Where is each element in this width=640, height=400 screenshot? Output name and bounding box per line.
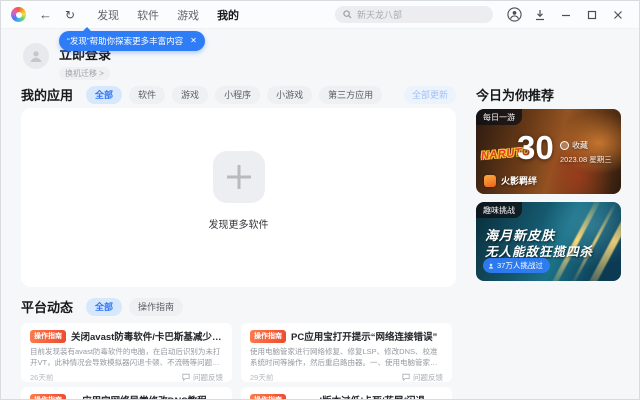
my-apps-title: 我的应用 xyxy=(21,88,74,103)
discover-tooltip: “发现”帮助你探索更多丰富内容 ✕ xyxy=(59,27,205,51)
feed-tab-guide[interactable]: 操作指南 xyxy=(129,297,184,316)
daily-date: 2023.08 星期三 xyxy=(560,155,612,164)
my-apps-tab-games[interactable]: 游戏 xyxy=(172,85,209,104)
post-feedback-label: 问题反馈 xyxy=(413,372,443,382)
challenge-stat-pill[interactable]: 37万人挑战过 xyxy=(483,258,550,273)
feed-tab-all[interactable]: 全部 xyxy=(86,297,123,316)
challenge-stat-text: 37万人挑战过 xyxy=(497,261,543,270)
post-tag: 操作指南 xyxy=(30,393,66,399)
app-window: ← ↻ 发现 软件 游戏 我的 新天龙八部 “发现”帮助你探索更多丰富内容 ✕ xyxy=(0,0,640,400)
update-all-button[interactable]: 全部更新 xyxy=(403,85,456,104)
search-icon xyxy=(343,10,352,19)
my-apps-card: 发现更多软件 xyxy=(21,108,456,287)
challenge-card[interactable]: 趣味挑战 海月新皮肤 无人能敌狂揽四杀 37万人挑战过 xyxy=(476,202,621,281)
person-icon xyxy=(30,51,42,62)
close-icon[interactable] xyxy=(607,5,629,25)
feed-post[interactable]: 操作指南 opengl版本过低/卡死/花屏/闪退，升级显卡驱动… xyxy=(241,387,452,399)
feed-post[interactable]: 操作指南 关闭avast防毒软件/卡巴斯基减少卡顿现象 目前发现装有avast防… xyxy=(21,323,232,382)
feed-title: 平台动态 xyxy=(21,300,74,315)
post-feedback-link[interactable]: 问题反馈 xyxy=(402,372,443,383)
recommend-title: 今日为你推荐 xyxy=(476,88,555,103)
daily-game-name: 火影羁绊 xyxy=(501,176,538,186)
daily-game-card[interactable]: 每日一游 NARUTO 30 收藏 2023.08 星期三 火影羁绊 xyxy=(476,109,621,194)
favorite-icon xyxy=(560,141,569,150)
app-logo-icon[interactable] xyxy=(11,7,26,22)
post-title: PC应用宝打开提示“网络连接错误” xyxy=(291,332,438,343)
daily-game-badge: 每日一游 xyxy=(476,109,522,125)
challenge-badge: 趣味挑战 xyxy=(476,202,522,218)
avatar[interactable] xyxy=(23,43,49,69)
back-icon[interactable]: ← xyxy=(39,8,52,21)
feed-post[interactable]: 操作指南 PC应用宝打开提示“网络连接错误” 使用电脑管家进行网络修复、修复LS… xyxy=(241,323,452,382)
feed-post[interactable]: 操作指南 pc应用宝网络异常修改DNS教程 xyxy=(21,387,232,399)
post-body: 目前发现装有avast防毒软件的电脑，在启动后识别为未打开VT，此种情况会导致模… xyxy=(30,347,221,368)
game-icon xyxy=(484,174,496,187)
nav-item-mine[interactable]: 我的 xyxy=(217,7,239,23)
download-icon[interactable] xyxy=(529,5,551,25)
favorite-label: 收藏 xyxy=(572,141,588,150)
maximize-icon[interactable] xyxy=(581,5,603,25)
minimize-icon[interactable] xyxy=(555,5,577,25)
search-input[interactable]: 新天龙八部 xyxy=(335,6,493,23)
post-title: pc应用宝网络异常修改DNS教程 xyxy=(71,393,207,399)
favorite-row[interactable]: 收藏 xyxy=(560,140,588,151)
people-icon xyxy=(488,263,494,269)
my-apps-tab-all[interactable]: 全部 xyxy=(86,85,123,104)
topbar: ← ↻ 发现 软件 游戏 我的 新天龙八部 xyxy=(1,1,639,29)
tooltip-text: “发现”帮助你探索更多丰富内容 xyxy=(67,36,184,46)
daily-game-row[interactable]: 火影羁绊 xyxy=(484,174,537,187)
user-icon[interactable] xyxy=(503,5,525,25)
comment-icon xyxy=(182,373,190,381)
my-apps-header: 我的应用 全部 软件 游戏 小程序 小游戏 第三方应用 全部更新 xyxy=(21,85,456,104)
discover-more-label: 发现更多软件 xyxy=(208,219,269,231)
post-time: 26天前 xyxy=(30,372,54,382)
my-apps-tab-thirdparty[interactable]: 第三方应用 xyxy=(319,85,383,104)
nav-item-discover[interactable]: 发现 xyxy=(97,7,119,23)
search-placeholder: 新天龙八部 xyxy=(357,10,403,20)
my-apps-tab-miniprograms[interactable]: 小程序 xyxy=(215,85,261,104)
post-title: opengl版本过低/卡死/花屏/闪退，升级显卡驱动… xyxy=(291,393,443,399)
post-body: 使用电脑管家进行网络修复、修复LSP、修改DNS、校准系统时间等操作，然后重启路… xyxy=(250,347,438,368)
daily-day-number: 30 xyxy=(517,129,554,166)
post-tag: 操作指南 xyxy=(250,329,286,343)
comment-icon xyxy=(402,373,410,381)
my-apps-tab-minigames[interactable]: 小游戏 xyxy=(267,85,313,104)
my-apps-tab-software[interactable]: 软件 xyxy=(129,85,166,104)
nav-item-games[interactable]: 游戏 xyxy=(177,7,199,23)
add-software-button[interactable] xyxy=(212,150,265,203)
post-feedback-link[interactable]: 问题反馈 xyxy=(182,372,223,383)
post-title: 关闭avast防毒软件/卡巴斯基减少卡顿现象 xyxy=(71,332,223,343)
post-time: 29天前 xyxy=(250,372,274,382)
tooltip-close-icon[interactable]: ✕ xyxy=(190,37,197,45)
feed-header: 平台动态 全部 操作指南 xyxy=(21,297,184,316)
refresh-icon[interactable]: ↻ xyxy=(65,9,75,21)
device-migrate-link[interactable]: 换机迁移 > xyxy=(59,67,110,80)
post-feedback-label: 问题反馈 xyxy=(193,372,223,382)
nav-item-software[interactable]: 软件 xyxy=(137,7,159,23)
post-tag: 操作指南 xyxy=(30,329,66,343)
post-tag: 操作指南 xyxy=(250,393,286,399)
